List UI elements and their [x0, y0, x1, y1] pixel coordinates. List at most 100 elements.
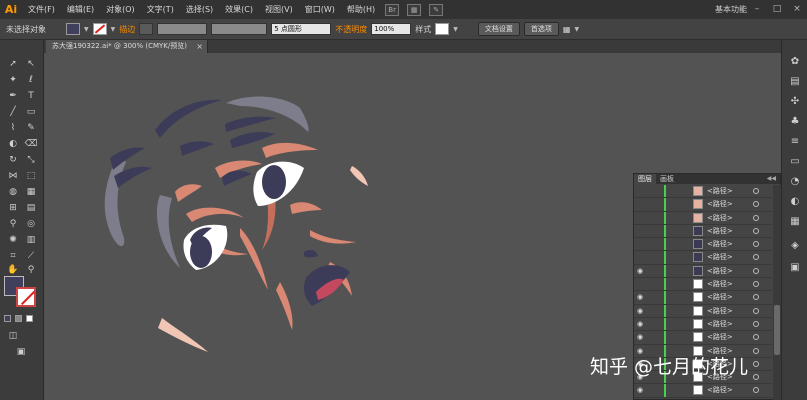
gradient-tool-icon[interactable]: ▤: [24, 202, 38, 214]
visibility-eye-icon[interactable]: ◉: [637, 307, 645, 315]
layers-scrollbar[interactable]: [773, 185, 781, 400]
variable-width-dropdown[interactable]: [157, 23, 208, 35]
rotate-tool-icon[interactable]: ↻: [6, 154, 20, 166]
document-tab[interactable]: 苏大强190322.ai* @ 300% (CMYK/预览) ×: [46, 40, 208, 53]
type-tool-icon[interactable]: T: [24, 90, 38, 102]
opacity-label[interactable]: 不透明度: [335, 24, 367, 35]
hand-tool-icon[interactable]: ✋: [6, 264, 20, 276]
target-circle-icon[interactable]: [753, 347, 759, 354]
layer-row[interactable]: ◉ <路径>: [634, 264, 772, 279]
shape-builder-tool-icon[interactable]: ◍: [6, 186, 20, 198]
visibility-eye-icon[interactable]: [637, 280, 645, 288]
target-circle-icon[interactable]: [753, 188, 759, 194]
menu-object[interactable]: 对象(O): [100, 0, 141, 19]
scale-tool-icon[interactable]: ⤡: [24, 154, 38, 166]
layer-row[interactable]: <路径>: [634, 238, 772, 252]
symbol-sprayer-tool-icon[interactable]: ✺: [6, 234, 20, 246]
chevron-down-icon[interactable]: ▼: [84, 26, 89, 33]
target-circle-icon[interactable]: [753, 241, 759, 248]
stroke-panel-icon[interactable]: ≡: [788, 136, 802, 148]
target-circle-icon[interactable]: [753, 227, 759, 234]
fill-color-swatch[interactable]: [66, 23, 80, 35]
menu-window[interactable]: 窗口(W): [299, 0, 341, 19]
layer-row[interactable]: <路径>: [634, 278, 772, 292]
layer-row[interactable]: <路径>: [634, 198, 772, 212]
artboard-tool-icon[interactable]: ⌗: [6, 250, 20, 262]
brush-definition-dropdown[interactable]: [211, 23, 268, 35]
visibility-eye-icon[interactable]: [637, 214, 645, 222]
layers-panel-icon[interactable]: ◈: [788, 240, 802, 252]
target-circle-icon[interactable]: [753, 334, 759, 341]
draw-mode-icon[interactable]: ◫: [6, 330, 20, 342]
visibility-eye-icon[interactable]: ◉: [637, 386, 645, 394]
target-circle-icon[interactable]: [753, 267, 759, 274]
layer-row[interactable]: <路径>: [634, 251, 772, 265]
layer-row[interactable]: ◉ <路径>: [634, 331, 772, 345]
graphic-style-swatch[interactable]: [435, 23, 450, 35]
zoom-tool-icon[interactable]: ⚲: [24, 264, 38, 276]
blend-tool-icon[interactable]: ◎: [24, 218, 38, 230]
layer-row[interactable]: ◉ <路径>: [634, 291, 772, 305]
stroke-color-swatch[interactable]: [92, 23, 107, 35]
target-circle-icon[interactable]: [753, 254, 759, 261]
layer-row[interactable]: <路径>: [634, 185, 772, 199]
stroke-weight-stepper[interactable]: [139, 23, 154, 35]
visibility-eye-icon[interactable]: [637, 200, 645, 208]
appearance-panel-icon[interactable]: ◐: [788, 196, 802, 208]
selection-tool-icon[interactable]: ➚: [6, 58, 20, 70]
layer-row[interactable]: ◉ <路径>: [634, 304, 772, 318]
target-circle-icon[interactable]: [753, 387, 759, 394]
chevron-down-icon[interactable]: ▼: [574, 26, 579, 33]
workspace-switcher[interactable]: 基本功能: [715, 0, 747, 19]
direct-selection-tool-icon[interactable]: ↖: [24, 58, 38, 70]
pen-tool-icon[interactable]: ✒: [6, 90, 20, 102]
chevron-down-icon[interactable]: ▼: [111, 26, 116, 33]
bridge-icon[interactable]: Br: [385, 3, 400, 16]
tab-artboards[interactable]: 画板: [656, 174, 678, 184]
target-circle-icon[interactable]: [753, 214, 759, 221]
pencil-tool-icon[interactable]: ✎: [24, 122, 38, 134]
stroke-label[interactable]: 描边: [119, 24, 135, 35]
rectangle-tool-icon[interactable]: ▭: [24, 106, 38, 118]
visibility-eye-icon[interactable]: [637, 240, 645, 248]
artboards-panel-icon[interactable]: ▣: [788, 262, 802, 274]
menu-file[interactable]: 文件(F): [22, 0, 61, 19]
line-tool-icon[interactable]: ╱: [6, 106, 20, 118]
target-circle-icon[interactable]: [753, 360, 759, 367]
visibility-eye-icon[interactable]: [637, 227, 645, 235]
visibility-eye-icon[interactable]: ◉: [637, 320, 645, 328]
tab-layers[interactable]: 图层: [634, 174, 656, 184]
layer-row[interactable]: ◉ <路径>: [634, 384, 772, 398]
paintbrush-tool-icon[interactable]: ⌇: [6, 122, 20, 134]
eyedropper-tool-icon[interactable]: ⚲: [6, 218, 20, 230]
visibility-eye-icon[interactable]: [637, 187, 645, 195]
graphic-styles-panel-icon[interactable]: ▦: [788, 216, 802, 228]
target-circle-icon[interactable]: [753, 294, 759, 301]
close-icon[interactable]: ×: [196, 40, 203, 53]
slice-tool-icon[interactable]: ⟋: [24, 250, 38, 262]
gradient-mode-swatch[interactable]: [15, 315, 22, 322]
layer-row[interactable]: <路径>: [634, 211, 772, 225]
color-mode-swatch[interactable]: [4, 315, 11, 322]
visibility-eye-icon[interactable]: ◉: [637, 267, 645, 275]
swatches-panel-icon[interactable]: ▤: [788, 76, 802, 88]
menu-edit[interactable]: 编辑(E): [61, 0, 100, 19]
arrange-documents-icon[interactable]: ▦: [407, 3, 422, 16]
column-graph-tool-icon[interactable]: ▥: [24, 234, 38, 246]
preferences-button[interactable]: 首选项: [523, 22, 559, 36]
symbols-panel-icon[interactable]: ♣: [788, 116, 802, 128]
visibility-eye-icon[interactable]: [637, 253, 645, 261]
chevron-down-icon[interactable]: ▼: [453, 26, 458, 33]
target-circle-icon[interactable]: [753, 281, 759, 288]
minimize-button[interactable]: –: [751, 3, 763, 15]
visibility-eye-icon[interactable]: ◉: [637, 293, 645, 301]
close-button[interactable]: ×: [791, 3, 803, 15]
collapse-icon[interactable]: ◀◀: [767, 174, 776, 184]
layer-row[interactable]: ◉ <路径>: [634, 317, 772, 332]
eraser-tool-icon[interactable]: ⌫: [24, 138, 38, 150]
gpu-performance-icon[interactable]: ✎: [429, 3, 444, 16]
brush-size-dropdown[interactable]: 5 点圆形: [271, 23, 332, 35]
blob-brush-tool-icon[interactable]: ◐: [6, 138, 20, 150]
menu-type[interactable]: 文字(T): [141, 0, 180, 19]
opacity-field[interactable]: 100%: [371, 23, 412, 35]
